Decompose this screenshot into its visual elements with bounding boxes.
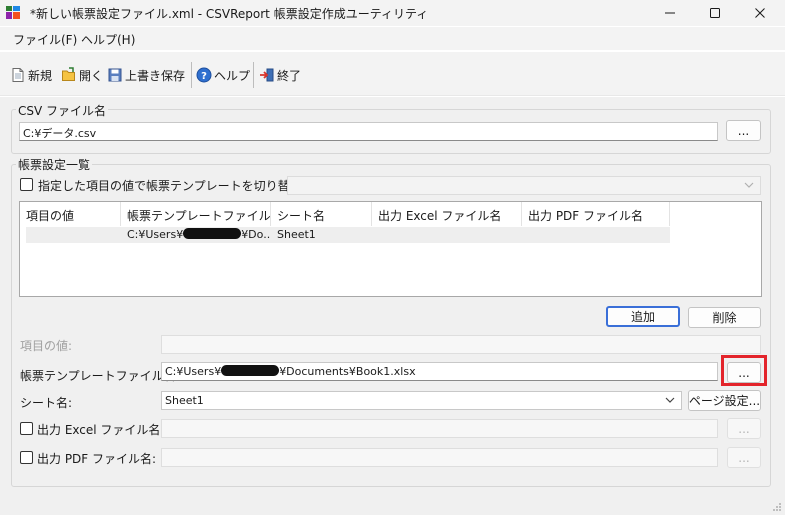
page-setup-button[interactable]: ページ設定...: [688, 390, 761, 411]
sheet-select[interactable]: Sheet1: [161, 391, 682, 410]
open-folder-icon: [62, 67, 75, 81]
menu-bar: ファイル(F) ヘルプ(H): [0, 27, 785, 50]
exit-button[interactable]: 終了: [259, 64, 301, 86]
column-header-template[interactable]: 帳票テンプレートファイル名: [121, 202, 271, 226]
save-label: 上書き保存: [125, 68, 186, 83]
excel-output-label: 出力 Excel ファイル名:: [37, 423, 165, 437]
template-label: 帳票テンプレートファイル名:: [20, 369, 180, 383]
toolbar-separator: [191, 62, 192, 88]
new-file-icon: [12, 68, 24, 82]
cell-excel: [372, 227, 522, 243]
menu-help[interactable]: ヘルプ(H): [81, 31, 135, 48]
close-icon: [755, 8, 765, 18]
help-icon: ?: [196, 67, 212, 83]
app-icon: [6, 6, 20, 19]
main-panel: CSV ファイル名 C:¥データ.csv ... 帳票設定一覧 指定した項目の値…: [0, 97, 785, 515]
table-row[interactable]: C:¥Users¥ ¥Do... Sheet1: [26, 227, 670, 243]
minimize-icon: [665, 12, 675, 14]
excel-output-input[interactable]: [161, 419, 718, 438]
pdf-output-label: 出力 PDF ファイル名:: [37, 452, 157, 466]
close-button[interactable]: [737, 0, 783, 26]
csv-group-label: CSV ファイル名: [16, 102, 109, 119]
csv-browse-button[interactable]: ...: [726, 120, 761, 141]
switch-template-label: 指定した項目の値で帳票テンプレートを切り替える:: [38, 179, 318, 193]
sheet-label: シート名:: [20, 396, 73, 410]
excel-browse-button[interactable]: ...: [727, 418, 761, 439]
column-header-item-value[interactable]: 項目の値: [20, 202, 121, 226]
add-button[interactable]: 追加: [606, 306, 680, 327]
menu-file[interactable]: ファイル(F): [13, 31, 77, 48]
redaction-mark: [183, 228, 242, 239]
cell-sheet: Sheet1: [277, 228, 316, 241]
excel-output-checkbox[interactable]: [20, 422, 33, 435]
item-value-label: 項目の値:: [20, 339, 73, 353]
toolbar: 新規 開く 上書き保存 ? ヘルプ 終了: [0, 52, 785, 96]
cell-template-suffix: ¥Do...: [241, 228, 271, 241]
exit-icon: [260, 68, 274, 82]
window-title: *新しい帳票設定ファイル.xml - CSVReport 帳票設定作成ユーティリ…: [30, 7, 429, 21]
list-header: 項目の値 帳票テンプレートファイル名 シート名 出力 Excel ファイル名 出…: [20, 202, 670, 226]
chevron-down-icon: [665, 397, 675, 403]
switch-template-checkbox[interactable]: [20, 178, 33, 191]
svg-text:?: ?: [201, 71, 207, 82]
maximize-button[interactable]: [692, 0, 738, 26]
open-label: 開く: [79, 68, 104, 83]
highlight-annotation: [721, 355, 767, 386]
pdf-browse-button[interactable]: ...: [727, 447, 761, 468]
delete-button[interactable]: 削除: [688, 307, 761, 328]
redaction-mark: [221, 365, 280, 376]
item-value-input[interactable]: [161, 335, 761, 354]
toolbar-separator: [253, 62, 254, 88]
maximize-icon: [710, 8, 720, 18]
pdf-output-input[interactable]: [161, 448, 718, 467]
save-icon: [108, 68, 122, 82]
template-path-suffix: ¥Documents¥Book1.xlsx: [279, 365, 416, 378]
sheet-value: Sheet1: [165, 394, 204, 407]
new-label: 新規: [28, 68, 53, 83]
template-path-prefix: C:¥Users¥: [165, 365, 222, 378]
new-button[interactable]: 新規: [10, 64, 52, 86]
cell-template: C:¥Users¥ ¥Do...: [121, 227, 271, 243]
help-label: ヘルプ: [214, 68, 251, 83]
column-header-excel[interactable]: 出力 Excel ファイル名: [372, 202, 522, 226]
cell-item-value: [26, 227, 121, 243]
cell-pdf: [522, 227, 670, 243]
column-header-sheet[interactable]: シート名: [271, 202, 372, 226]
report-list[interactable]: 項目の値 帳票テンプレートファイル名 シート名 出力 Excel ファイル名 出…: [19, 201, 762, 297]
csv-path-input[interactable]: C:¥データ.csv: [19, 122, 718, 141]
pdf-output-checkbox[interactable]: [20, 451, 33, 464]
switch-item-select[interactable]: [287, 176, 761, 195]
column-header-pdf[interactable]: 出力 PDF ファイル名: [522, 202, 670, 226]
title-bar: *新しい帳票設定ファイル.xml - CSVReport 帳票設定作成ユーティリ…: [0, 0, 785, 26]
help-button[interactable]: ? ヘルプ: [196, 64, 250, 86]
cell-template-prefix: C:¥Users¥: [127, 228, 184, 241]
report-group-label: 帳票設定一覧: [16, 156, 93, 173]
minimize-button[interactable]: [647, 0, 693, 26]
save-button[interactable]: 上書き保存: [107, 64, 185, 86]
chevron-down-icon: [744, 182, 754, 188]
exit-label: 終了: [277, 68, 302, 83]
resize-grip-icon[interactable]: [772, 502, 782, 512]
template-path-input[interactable]: C:¥Users¥ ¥Documents¥Book1.xlsx: [161, 362, 718, 381]
open-button[interactable]: 開く: [61, 64, 103, 86]
